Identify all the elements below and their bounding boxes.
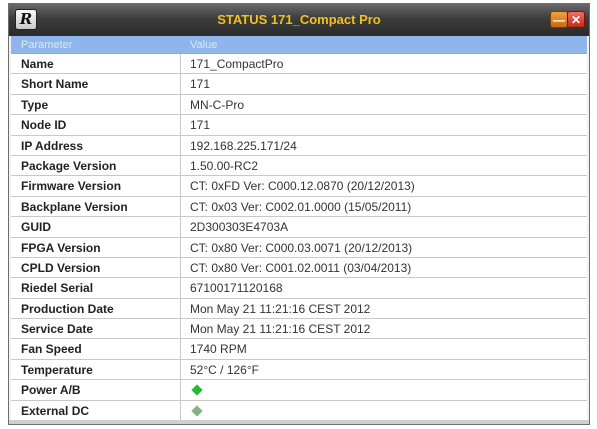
column-header-parameter[interactable]: Parameter xyxy=(21,39,72,51)
minimize-button[interactable]: — xyxy=(550,11,568,28)
table-row[interactable]: Fan Speed 1740 RPM xyxy=(11,339,587,360)
parameter-name: External DC xyxy=(21,403,90,418)
table-row[interactable]: Name 171_CompactPro xyxy=(11,54,587,75)
parameter-name: Power A/B xyxy=(21,383,81,398)
parameter-name: Fan Speed xyxy=(21,342,82,357)
parameter-name: CPLD Version xyxy=(21,260,101,275)
parameter-name: Production Date xyxy=(21,301,114,316)
window-bottom-edge xyxy=(9,420,589,424)
parameter-value: MN-C-Pro xyxy=(190,97,244,112)
parameter-name: Backplane Version xyxy=(21,199,128,214)
table-row[interactable]: Type MN-C-Pro xyxy=(11,94,587,116)
status-off-icon xyxy=(191,404,203,417)
status-ok-icon xyxy=(191,384,203,396)
table-row[interactable]: Backplane Version CT: 0x03 Ver: C002.01.0… xyxy=(11,196,587,218)
title-bar[interactable]: R STATUS 171_Compact Pro — ✕ xyxy=(9,4,589,36)
parameter-value: CT: 0x80 Ver: C000.03.0071 (20/12/2013) xyxy=(190,240,413,255)
parameter-name: IP Address xyxy=(21,138,84,153)
parameter-value: CT: 0x80 Ver: C001.02.0011 (03/04/2013) xyxy=(190,260,412,275)
table-row[interactable]: FPGA Version CT: 0x80 Ver: C000.03.0071 (… xyxy=(11,237,587,258)
table-row[interactable]: External DC xyxy=(11,400,587,422)
table-row[interactable]: Node ID 171 xyxy=(11,115,587,136)
table-row[interactable]: Package Version 1.50.00-RC2 xyxy=(11,155,587,177)
table-row[interactable]: Firmware Version CT: 0xFD Ver: C000.12.08… xyxy=(11,176,587,197)
table-row[interactable]: Service Date Mon May 21 11:21:16 CEST 201… xyxy=(11,319,587,340)
window-title: STATUS 171_Compact Pro xyxy=(217,12,381,27)
parameter-value: CT: 0x03 Ver: C002.01.0000 (15/05/2011) xyxy=(190,199,412,214)
minimize-icon: — xyxy=(553,13,565,27)
table-row[interactable]: Riedel Serial 67100171120168 xyxy=(11,278,587,299)
parameter-name: FPGA Version xyxy=(21,240,101,255)
parameter-value: 192.168.225.171/24 xyxy=(190,138,297,153)
parameter-value: 1.50.00-RC2 xyxy=(190,158,259,173)
parameter-value: 52°C / 126°F xyxy=(190,362,259,377)
parameter-name: Firmware Version xyxy=(21,179,122,194)
close-button[interactable]: ✕ xyxy=(567,11,585,28)
parameter-value: Mon May 21 11:21:16 CEST 2012 xyxy=(190,301,371,316)
table-row[interactable]: Production Date Mon May 21 11:21:16 CEST … xyxy=(11,298,587,320)
column-header-value[interactable]: Value xyxy=(190,39,217,51)
table-row[interactable]: Short Name 171 xyxy=(11,74,587,95)
status-window: R STATUS 171_Compact Pro — ✕ Parameter V… xyxy=(8,3,590,425)
parameter-name: Name xyxy=(21,57,54,71)
parameter-value: 1740 RPM xyxy=(190,342,247,357)
table-row[interactable]: GUID 2D300303E4703A xyxy=(11,217,587,238)
parameter-value: 171 xyxy=(190,118,211,133)
close-icon: ✕ xyxy=(570,13,582,27)
parameter-name: Short Name xyxy=(21,77,89,92)
parameter-value: Mon May 21 11:21:16 CEST 2012 xyxy=(190,322,371,337)
table-row[interactable]: IP Address 192.168.225.171/24 xyxy=(11,135,587,156)
parameter-value: 171_CompactPro xyxy=(190,57,284,71)
parameter-name: Type xyxy=(21,97,49,112)
parameter-value: 67100171120168 xyxy=(190,281,283,296)
parameter-name: Service Date xyxy=(21,322,94,337)
parameter-name: Package Version xyxy=(21,158,117,173)
parameter-table: Name 171_CompactPro Short Name 171 Type MN-C-… xyxy=(11,54,587,422)
parameter-name: GUID xyxy=(21,220,51,235)
table-row[interactable]: Power A/B xyxy=(11,380,587,401)
parameter-name: Temperature xyxy=(21,362,93,377)
parameter-value: CT: 0xFD Ver: C000.12.0870 (20/12/2013) xyxy=(190,179,415,194)
table-row[interactable]: Temperature 52°C / 126°F xyxy=(11,359,587,381)
parameter-value: 2D300303E4703A xyxy=(190,220,289,235)
table-header: Parameter Value xyxy=(11,36,587,54)
parameter-value: 171 xyxy=(190,77,211,92)
parameter-name: Riedel Serial xyxy=(21,281,94,296)
parameter-name: Node ID xyxy=(21,118,67,133)
table-row[interactable]: CPLD Version CT: 0x80 Ver: C001.02.0011 (… xyxy=(11,257,587,279)
